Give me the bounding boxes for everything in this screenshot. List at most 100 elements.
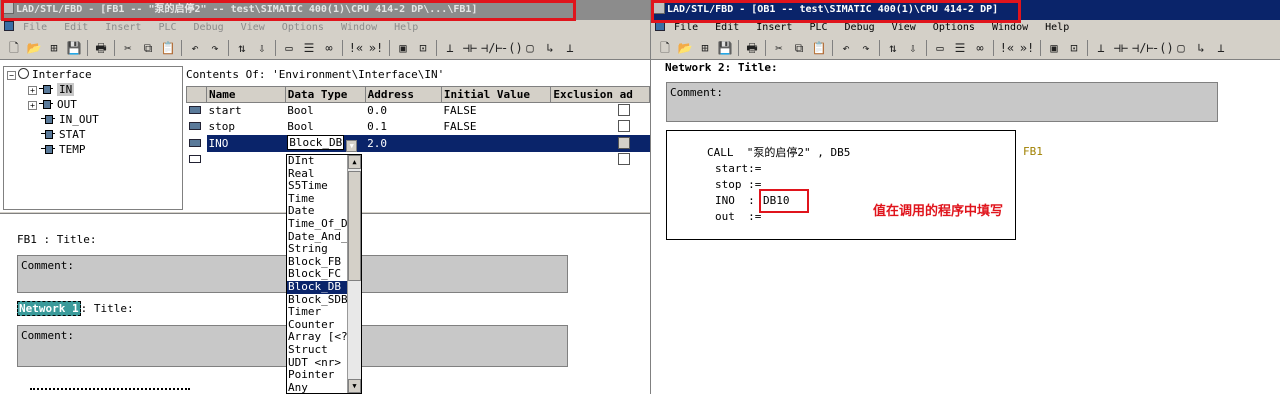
tree-item-stat[interactable]: STAT (4, 127, 182, 142)
new-icon[interactable]: 🗋 (5, 39, 23, 57)
dropdown-option[interactable]: Time_Of_D (287, 218, 348, 231)
menu-help[interactable]: Help (394, 22, 418, 33)
menu-debug[interactable]: Debug (194, 22, 224, 33)
print-icon[interactable]: 🖶 (92, 39, 110, 57)
block-title[interactable]: FB1 : Title: (17, 233, 96, 246)
menu-insert[interactable]: Insert (105, 22, 141, 33)
online-icon[interactable]: ⇅ (233, 39, 251, 57)
scroll-thumb[interactable] (348, 171, 361, 281)
dropdown-option[interactable]: Date_And_ (287, 231, 348, 244)
copy-icon[interactable]: ⧉ (139, 39, 157, 57)
menu-file[interactable]: File (674, 22, 698, 33)
network-icon[interactable]: ⊞ (45, 39, 63, 57)
monitor-icon[interactable]: ▭ (931, 39, 949, 57)
network-comment[interactable]: Comment: (666, 82, 1218, 122)
dropdown-option[interactable]: DInt (287, 155, 348, 168)
monitor-icon[interactable]: ▭ (280, 39, 298, 57)
nc-contact-icon[interactable]: ⊣/⊢ (1132, 39, 1154, 57)
menu-edit[interactable]: Edit (715, 22, 739, 33)
nc-contact-icon[interactable]: ⊣/⊢ (481, 39, 503, 57)
dropdown-option[interactable]: String (287, 243, 348, 256)
tree-root[interactable]: − Interface (4, 67, 182, 82)
cell-type[interactable]: Block_DB ▼ (285, 134, 366, 152)
tree-item-temp[interactable]: TEMP (4, 142, 182, 157)
save-icon[interactable]: 💾 (65, 39, 83, 57)
paste-icon[interactable]: 📋 (810, 39, 828, 57)
prev-icon[interactable]: !« (347, 39, 365, 57)
dropdown-option[interactable]: Block_DB (287, 280, 348, 294)
tree-item-in-out[interactable]: IN_OUT (4, 112, 182, 127)
download-icon[interactable]: ⇩ (904, 39, 922, 57)
redo-icon[interactable]: ↷ (857, 39, 875, 57)
dropdown-option[interactable]: Block_SDB (287, 294, 348, 307)
expand-icon[interactable]: + (28, 101, 37, 110)
cell-initial[interactable]: FALSE (441, 119, 550, 135)
copy-icon[interactable]: ⧉ (790, 39, 808, 57)
next-icon[interactable]: »! (367, 39, 385, 57)
chevron-down-icon[interactable]: ▼ (346, 139, 358, 152)
menu-view[interactable]: View (892, 22, 916, 33)
scroll-down-icon[interactable]: ▼ (348, 379, 361, 393)
open-icon[interactable]: 📂 (25, 39, 43, 57)
exclusion-checkbox[interactable] (617, 153, 630, 165)
cell-name[interactable]: stop (207, 119, 286, 135)
dropdown-option[interactable]: Date (287, 205, 348, 218)
print-icon[interactable]: 🖶 (743, 39, 761, 57)
dropdown-option[interactable]: Real (287, 168, 348, 181)
branch-icon[interactable]: ⊥ (441, 39, 459, 57)
expand-icon[interactable]: + (28, 86, 37, 95)
dropdown-option[interactable]: Any (287, 382, 348, 393)
table-row[interactable]: stop Bool 0.1 FALSE (187, 119, 650, 135)
dropdown-option[interactable]: Pointer (287, 369, 348, 382)
dropdown-scrollbar[interactable]: ▲ ▼ (347, 155, 361, 393)
dropdown-option[interactable]: UDT <nr> (287, 357, 348, 370)
exclusion-checkbox[interactable] (617, 136, 630, 149)
col-exclusion[interactable]: Exclusion ad (550, 86, 650, 103)
dropdown-option[interactable]: Array [<? (287, 331, 348, 344)
menu-options[interactable]: Options (933, 22, 975, 33)
view-icon[interactable]: ▣ (394, 39, 412, 57)
overview-icon[interactable]: ☰ (300, 39, 318, 57)
menu-file[interactable]: File (23, 22, 47, 33)
cell-type[interactable]: Bool (285, 103, 365, 119)
menu-debug[interactable]: Debug (845, 22, 875, 33)
save-icon[interactable]: 💾 (716, 39, 734, 57)
cell-name[interactable]: start (207, 103, 286, 119)
col-name[interactable]: Name (206, 86, 286, 103)
undo-icon[interactable]: ↶ (837, 39, 855, 57)
menu-plc[interactable]: PLC (158, 22, 176, 33)
data-type-dropdown-list[interactable]: DInt Real S5Time Time Date Time_Of_D Date_And_… (286, 154, 362, 394)
network-header-partial[interactable]: Network 2: Title: (665, 61, 778, 71)
coil-icon[interactable]: -() (501, 39, 523, 57)
paste-icon[interactable]: 📋 (159, 39, 177, 57)
redo-icon[interactable]: ↷ (206, 39, 224, 57)
cell-initial[interactable]: FALSE (441, 103, 550, 119)
open-icon[interactable]: 📂 (676, 39, 694, 57)
dropdown-option[interactable]: Struct (287, 344, 348, 357)
detail-icon[interactable]: ⊡ (1065, 39, 1083, 57)
menu-options[interactable]: Options (282, 22, 324, 33)
col-address[interactable]: Address (364, 86, 442, 103)
detail-icon[interactable]: ⊡ (414, 39, 432, 57)
dropdown-option[interactable]: Time (287, 193, 348, 206)
scroll-up-icon[interactable]: ▲ (348, 155, 361, 169)
download-icon[interactable]: ⇩ (253, 39, 271, 57)
glasses-icon[interactable]: ∞ (971, 39, 989, 57)
cut-icon[interactable]: ✂ (770, 39, 788, 57)
cell-empty[interactable] (441, 152, 550, 168)
close-branch-icon[interactable]: ⊥ (561, 39, 579, 57)
overview-icon[interactable]: ☰ (951, 39, 969, 57)
type-select[interactable]: Block_DB (287, 134, 345, 150)
network-header[interactable]: Network 1: Title: (17, 301, 134, 316)
exclusion-checkbox[interactable] (617, 104, 630, 117)
cell-empty[interactable] (207, 152, 286, 168)
menu-window[interactable]: Window (341, 22, 377, 33)
network-label[interactable]: Network 1 (17, 301, 81, 316)
box-icon[interactable]: ▢ (1172, 39, 1190, 57)
dropdown-option[interactable]: Counter (287, 319, 348, 332)
table-row[interactable]: start Bool 0.0 FALSE (187, 103, 650, 119)
menu-edit[interactable]: Edit (64, 22, 88, 33)
cell-name[interactable]: INO (206, 134, 286, 152)
menu-plc[interactable]: PLC (809, 22, 827, 33)
close-branch-icon[interactable]: ⊥ (1212, 39, 1230, 57)
